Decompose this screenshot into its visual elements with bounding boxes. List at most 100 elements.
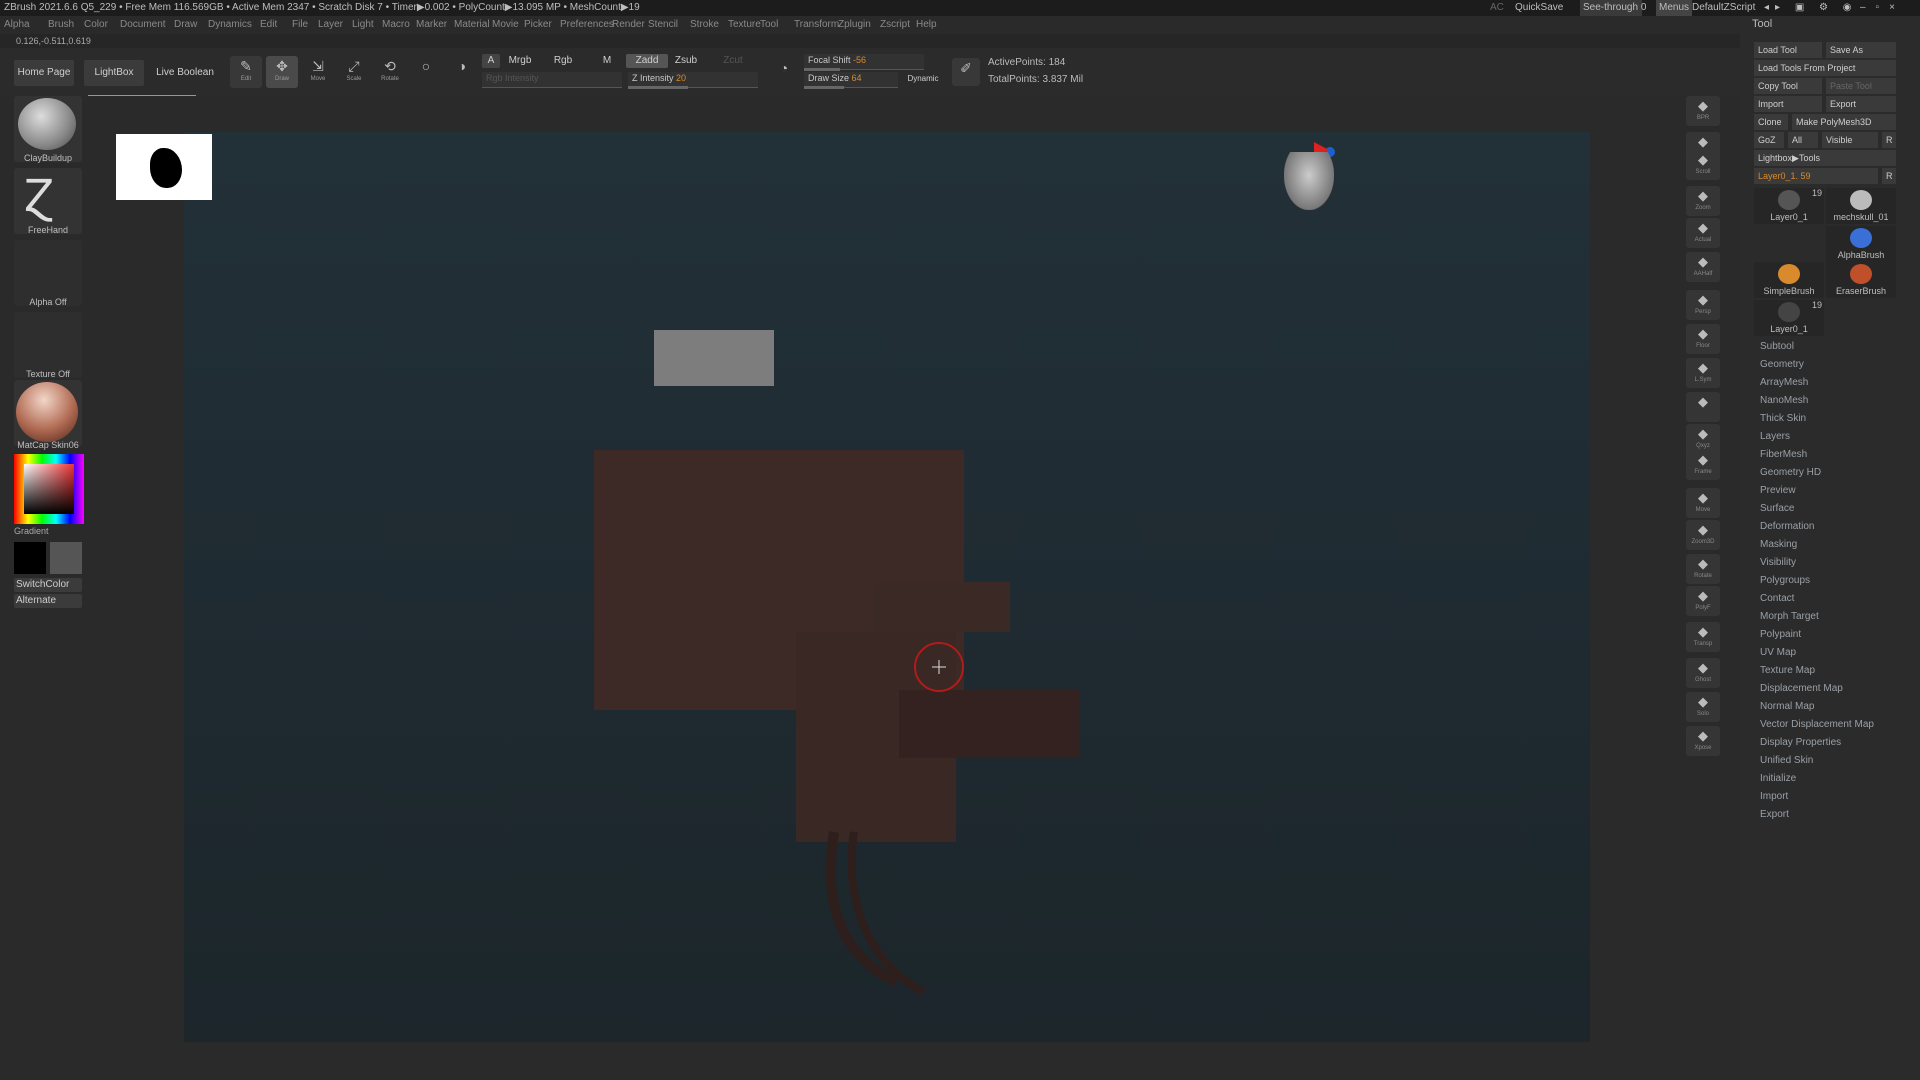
mrgb-button[interactable]: Mrgb	[504, 54, 536, 68]
aahalf-button[interactable]: ◆ AAHalf	[1686, 252, 1720, 282]
menu-stroke[interactable]: Stroke	[690, 16, 719, 34]
make-polymesh-button[interactable]: Make PolyMesh3D	[1792, 114, 1896, 130]
menu-movie[interactable]: Movie	[492, 16, 519, 34]
tool-menu-polypaint[interactable]: Polypaint	[1760, 628, 1801, 642]
draw-button[interactable]: ✥ Draw	[266, 56, 298, 88]
tool-menu-thick-skin[interactable]: Thick Skin	[1760, 412, 1806, 426]
tool-menu-deformation[interactable]: Deformation	[1760, 520, 1814, 534]
scroll-button[interactable]: ◆ Scroll	[1686, 150, 1720, 180]
m-button[interactable]: M	[598, 54, 616, 68]
menus-button[interactable]: Menus	[1656, 0, 1693, 16]
tool-menu-morph-target[interactable]: Morph Target	[1760, 610, 1819, 624]
transp-button[interactable]: ◆ Transp	[1686, 622, 1720, 652]
color-picker[interactable]	[14, 454, 84, 524]
live-boolean-button[interactable]: Live Boolean	[150, 60, 220, 86]
tool-menu-subtool[interactable]: Subtool	[1760, 340, 1794, 354]
menu-marker[interactable]: Marker	[416, 16, 447, 34]
actual-button[interactable]: ◆ Actual	[1686, 218, 1720, 248]
tool-thumb-0[interactable]: 19 Layer0_1	[1754, 188, 1824, 224]
tool-menu-initialize[interactable]: Initialize	[1760, 772, 1796, 786]
sphere-brush-button[interactable]: ○	[410, 56, 442, 88]
brush-mode-button[interactable]: ✐	[952, 58, 980, 86]
rgb-intensity-slider[interactable]: Rgb Intensity	[482, 72, 622, 88]
color-square[interactable]	[24, 464, 74, 514]
lightbox-button[interactable]: LightBox	[84, 60, 144, 86]
paste-tool-button[interactable]: Paste Tool	[1826, 78, 1896, 94]
menu-color[interactable]: Color	[84, 16, 108, 34]
tool-menu-visibility[interactable]: Visibility	[1760, 556, 1796, 570]
menu-draw[interactable]: Draw	[174, 16, 197, 34]
local-button[interactable]: ◆	[1686, 392, 1720, 422]
menu-zscript[interactable]: Zscript	[880, 16, 910, 34]
tool-menu-geometry-hd[interactable]: Geometry HD	[1760, 466, 1821, 480]
ghost-button[interactable]: ◆ Ghost	[1686, 658, 1720, 688]
focal-shift-slider[interactable]: Focal Shift -56	[804, 54, 924, 71]
zoom3d-button[interactable]: ◆ Zoom3D	[1686, 520, 1720, 550]
menu-transform[interactable]: Transform	[794, 16, 839, 34]
tool-thumb-5[interactable]: 19 Layer0_1	[1754, 300, 1824, 336]
main-color-swatch[interactable]	[14, 542, 46, 574]
menu-layer[interactable]: Layer	[318, 16, 343, 34]
edit-button[interactable]: ✎ Edit	[230, 56, 262, 88]
tool-menu-fibermesh[interactable]: FiberMesh	[1760, 448, 1807, 462]
defaultzscript-button[interactable]: DefaultZScript	[1692, 0, 1755, 16]
tool-menu-displacement-map[interactable]: Displacement Map	[1760, 682, 1843, 696]
goz-button[interactable]: GoZ	[1754, 132, 1784, 148]
menu-document[interactable]: Document	[120, 16, 166, 34]
document-canvas[interactable]	[184, 132, 1590, 1042]
lsym-button[interactable]: ◆ L.Sym	[1686, 358, 1720, 388]
navigation-head-icon[interactable]	[1284, 152, 1334, 210]
tool-menu-preview[interactable]: Preview	[1760, 484, 1796, 498]
dynamic-button[interactable]: Dynamic	[900, 72, 946, 86]
persp-button[interactable]: ◆ Persp	[1686, 290, 1720, 320]
tool-menu-surface[interactable]: Surface	[1760, 502, 1794, 516]
tool-menu-unified-skin[interactable]: Unified Skin	[1760, 754, 1813, 768]
scale-button[interactable]: ⤢ Scale	[338, 56, 370, 88]
switchcolor-button[interactable]: SwitchColor	[14, 578, 82, 592]
tool-menu-arraymesh[interactable]: ArrayMesh	[1760, 376, 1808, 390]
tool-menu-geometry[interactable]: Geometry	[1760, 358, 1804, 372]
menu-tool[interactable]: Tool	[760, 16, 778, 34]
tool-menu-export[interactable]: Export	[1760, 808, 1789, 822]
tool-menu-masking[interactable]: Masking	[1760, 538, 1797, 552]
frame-button[interactable]: ◆ Frame	[1686, 450, 1720, 480]
tool-thumb-3[interactable]: SimpleBrush	[1754, 262, 1824, 298]
tool-menu-vector-displacement-map[interactable]: Vector Displacement Map	[1760, 718, 1874, 732]
menu-brush[interactable]: Brush	[48, 16, 74, 34]
bpr-button[interactable]: ◆ BPR	[1686, 96, 1720, 126]
window-controls-icon[interactable]: –▫×	[1860, 0, 1905, 16]
draw-size-slider[interactable]: Draw Size 64	[804, 72, 898, 89]
tool-menu-polygroups[interactable]: Polygroups	[1760, 574, 1810, 588]
layer-slider[interactable]: Layer0_1. 59	[1754, 168, 1878, 184]
visible-button[interactable]: Visible	[1822, 132, 1878, 148]
ac-label[interactable]: AC	[1490, 0, 1504, 16]
lightbox-tools-button[interactable]: Lightbox▶Tools	[1754, 150, 1896, 166]
seethrough-slider[interactable]: See-through 0	[1580, 0, 1646, 16]
all-button[interactable]: All	[1788, 132, 1818, 148]
focal-button[interactable]: ◔	[770, 58, 798, 86]
save-as-button[interactable]: Save As	[1826, 42, 1896, 58]
alpha-preview-thumbnail[interactable]	[116, 134, 212, 200]
tool-menu-display-properties[interactable]: Display Properties	[1760, 736, 1841, 750]
menu-edit[interactable]: Edit	[260, 16, 277, 34]
tool-menu-import[interactable]: Import	[1760, 790, 1788, 804]
rotate-button[interactable]: ◆ Rotate	[1686, 554, 1720, 584]
menu-zplugin[interactable]: Zplugin	[838, 16, 871, 34]
load-tools-project-button[interactable]: Load Tools From Project	[1754, 60, 1896, 76]
material-toggle-button[interactable]: ◑	[446, 56, 478, 88]
move-button[interactable]: ◆ Move	[1686, 488, 1720, 518]
tool-menu-layers[interactable]: Layers	[1760, 430, 1790, 444]
menu-alpha[interactable]: Alpha	[4, 16, 30, 34]
export-button[interactable]: Export	[1826, 96, 1896, 112]
move-button[interactable]: ⇲ Move	[302, 56, 334, 88]
tool-menu-nanomesh[interactable]: NanoMesh	[1760, 394, 1808, 408]
tool-menu-texture-map[interactable]: Texture Map	[1760, 664, 1815, 678]
quicksave-button[interactable]: QuickSave	[1515, 0, 1563, 16]
menu-dynamics[interactable]: Dynamics	[208, 16, 252, 34]
menu-macro[interactable]: Macro	[382, 16, 410, 34]
secondary-color-swatch[interactable]	[50, 542, 82, 574]
tool-menu-contact[interactable]: Contact	[1760, 592, 1794, 606]
menu-stencil[interactable]: Stencil	[648, 16, 678, 34]
tool-menu-uv-map[interactable]: UV Map	[1760, 646, 1796, 660]
zcut-button[interactable]: Zcut	[720, 54, 746, 68]
